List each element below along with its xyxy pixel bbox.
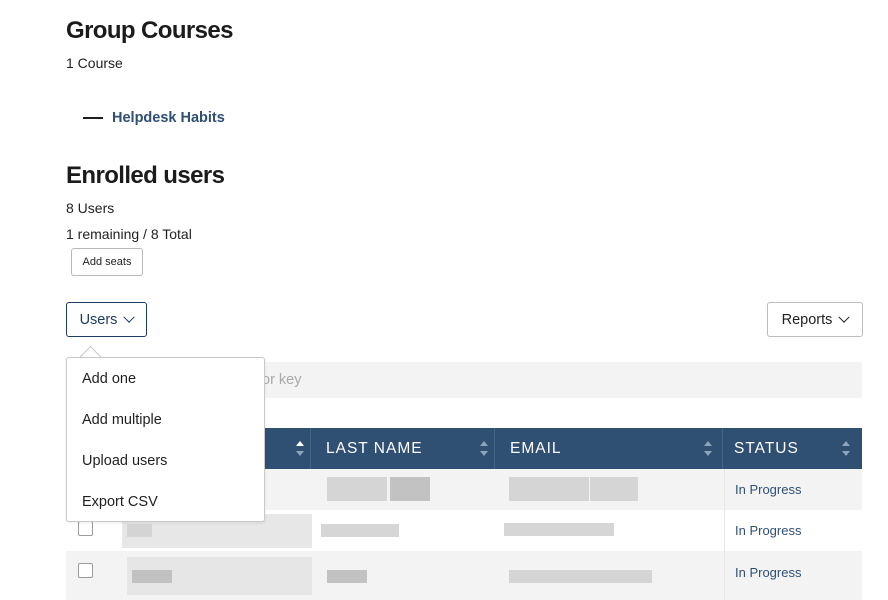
status-badge: In Progress (735, 482, 802, 497)
redacted-first-name (132, 570, 172, 583)
redacted-last-name (321, 524, 399, 537)
column-divider (494, 428, 495, 469)
sort-arrows-icon[interactable] (296, 441, 304, 456)
users-count: 8 Users (66, 200, 115, 216)
menu-item-upload-users[interactable]: Upload users (82, 453, 167, 469)
column-divider (722, 428, 723, 469)
search-placeholder: or key (262, 372, 302, 388)
add-seats-button[interactable]: Add seats (71, 248, 143, 276)
enrolled-users-heading: Enrolled users (66, 162, 225, 189)
redacted-email (504, 523, 614, 536)
chevron-down-icon (123, 311, 136, 323)
course-count: 1 Course (66, 55, 123, 71)
status-badge: In Progress (735, 523, 802, 538)
redacted-email (509, 570, 652, 583)
menu-item-add-multiple[interactable]: Add multiple (82, 412, 162, 428)
dash-icon (83, 117, 103, 119)
reports-dropdown-button[interactable]: Reports (767, 302, 863, 337)
column-header-email[interactable]: EMAIL (510, 428, 562, 469)
row-checkbox[interactable] (78, 521, 93, 536)
users-dropdown-menu: Add one Add multiple Upload users Export… (66, 357, 265, 522)
redacted-email (590, 477, 638, 501)
sort-arrows-icon[interactable] (704, 441, 712, 456)
redacted-email (509, 477, 589, 501)
seats-summary: 1 remaining / 8 Total (66, 226, 192, 242)
users-dropdown-button[interactable]: Users (66, 302, 147, 337)
reports-dropdown-label: Reports (781, 311, 833, 328)
column-header-last-name[interactable]: LAST NAME (326, 428, 423, 469)
menu-item-export-csv[interactable]: Export CSV (82, 494, 158, 510)
status-badge: In Progress (735, 565, 802, 580)
sort-arrows-icon[interactable] (480, 441, 488, 456)
column-divider (724, 469, 725, 600)
course-link-helpdesk-habits[interactable]: Helpdesk Habits (112, 110, 225, 126)
menu-item-add-one[interactable]: Add one (82, 371, 136, 387)
group-courses-heading: Group Courses (66, 17, 234, 44)
column-divider (310, 428, 311, 469)
sort-arrows-icon[interactable] (842, 441, 850, 456)
redacted-last-name (327, 477, 387, 501)
users-dropdown-label: Users (79, 311, 118, 328)
redacted-last-name (327, 570, 367, 583)
row-checkbox[interactable] (78, 563, 93, 578)
redacted-first-name (127, 524, 152, 537)
column-header-status[interactable]: STATUS (734, 428, 799, 469)
redacted-last-name (390, 477, 430, 501)
chevron-down-icon (838, 311, 851, 323)
